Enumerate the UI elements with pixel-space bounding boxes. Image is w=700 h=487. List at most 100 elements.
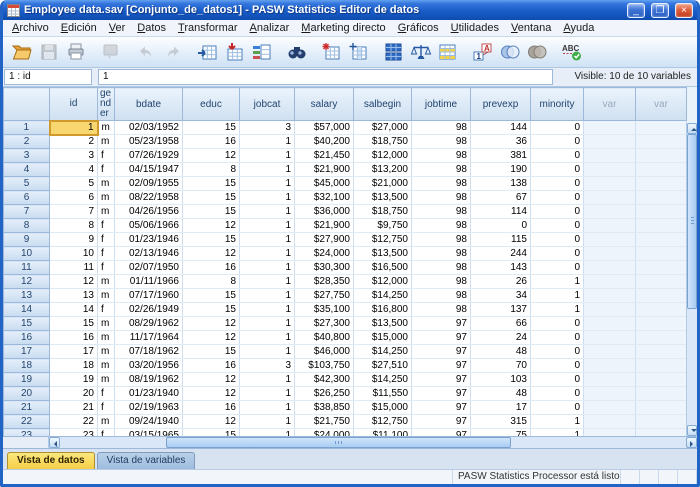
cell-var[interactable]: [584, 191, 636, 205]
save-icon[interactable]: [35, 39, 62, 65]
cell-salbegin[interactable]: $14,250: [354, 289, 412, 303]
row-header[interactable]: 4: [4, 163, 50, 177]
cell-var[interactable]: [636, 359, 687, 373]
cell-var[interactable]: [584, 317, 636, 331]
cell-gender[interactable]: f: [98, 247, 115, 261]
cell-educ[interactable]: 12: [183, 247, 240, 261]
row-header[interactable]: 19: [4, 373, 50, 387]
cell-id[interactable]: 16: [50, 331, 98, 345]
column-header-var[interactable]: var: [636, 88, 687, 121]
scroll-right-arrow-icon[interactable]: [686, 437, 697, 448]
cell-minority[interactable]: 0: [531, 177, 584, 191]
cell-salbegin[interactable]: $13,200: [354, 163, 412, 177]
cell-minority[interactable]: 0: [531, 331, 584, 345]
cell-minority[interactable]: 0: [531, 121, 584, 135]
cell-var[interactable]: [584, 387, 636, 401]
cell-jobcat[interactable]: 1: [240, 233, 295, 247]
cell-educ[interactable]: 12: [183, 331, 240, 345]
cell-jobcat[interactable]: 1: [240, 163, 295, 177]
cell-var[interactable]: [636, 289, 687, 303]
cell-salbegin[interactable]: $21,000: [354, 177, 412, 191]
cell-educ[interactable]: 15: [183, 191, 240, 205]
cell-gender[interactable]: m: [98, 317, 115, 331]
cell-jobtime[interactable]: 97: [412, 345, 471, 359]
cell-salary[interactable]: $27,900: [295, 233, 354, 247]
row-header[interactable]: 14: [4, 303, 50, 317]
row-header[interactable]: 13: [4, 289, 50, 303]
cell-jobcat[interactable]: 1: [240, 401, 295, 415]
cell-var[interactable]: [636, 261, 687, 275]
cell-prevexp[interactable]: 244: [471, 247, 531, 261]
cell-var[interactable]: [584, 121, 636, 135]
cell-jobtime[interactable]: 98: [412, 177, 471, 191]
cell-educ[interactable]: 16: [183, 135, 240, 149]
cell-var[interactable]: [584, 247, 636, 261]
cell-salary[interactable]: $26,250: [295, 387, 354, 401]
cell-prevexp[interactable]: 315: [471, 415, 531, 429]
row-header[interactable]: 21: [4, 401, 50, 415]
cell-var[interactable]: [584, 401, 636, 415]
cell-jobtime[interactable]: 97: [412, 415, 471, 429]
cell-gender[interactable]: m: [98, 359, 115, 373]
cell-jobtime[interactable]: 97: [412, 317, 471, 331]
cell-gender[interactable]: f: [98, 401, 115, 415]
cell-reference-box[interactable]: 1 : id: [4, 69, 92, 85]
cell-var[interactable]: [636, 303, 687, 317]
cell-var[interactable]: [636, 191, 687, 205]
cell-jobcat[interactable]: 1: [240, 303, 295, 317]
cell-bdate[interactable]: 03/20/1956: [115, 359, 183, 373]
cell-jobtime[interactable]: 98: [412, 191, 471, 205]
row-header[interactable]: 18: [4, 359, 50, 373]
cell-gender[interactable]: m: [98, 289, 115, 303]
cell-salary[interactable]: $42,300: [295, 373, 354, 387]
menu-item-transformar[interactable]: Transformar: [172, 21, 244, 35]
menu-item-edici-n[interactable]: Edición: [55, 21, 103, 35]
horizontal-scroll-thumb[interactable]: [166, 437, 510, 448]
cell-var[interactable]: [584, 233, 636, 247]
corner-cell[interactable]: [4, 88, 50, 121]
menu-item-ayuda[interactable]: Ayuda: [557, 21, 600, 35]
horizontal-scrollbar[interactable]: [3, 436, 697, 448]
column-header-salbegin[interactable]: salbegin: [354, 88, 412, 121]
cell-prevexp[interactable]: 114: [471, 205, 531, 219]
cell-bdate[interactable]: 02/03/1952: [115, 121, 183, 135]
cell-bdate[interactable]: 07/26/1929: [115, 149, 183, 163]
cell-prevexp[interactable]: 66: [471, 317, 531, 331]
cell-jobtime[interactable]: 98: [412, 121, 471, 135]
cell-id[interactable]: 19: [50, 373, 98, 387]
cell-var[interactable]: [636, 121, 687, 135]
cell-id[interactable]: 5: [50, 177, 98, 191]
cell-jobcat[interactable]: 3: [240, 121, 295, 135]
tab-vista-de-datos[interactable]: Vista de datos: [7, 452, 95, 469]
cell-var[interactable]: [584, 219, 636, 233]
cell-minority[interactable]: 0: [531, 247, 584, 261]
insert-cases-icon[interactable]: [318, 39, 345, 65]
cell-gender[interactable]: m: [98, 345, 115, 359]
cell-id[interactable]: 4: [50, 163, 98, 177]
cell-salary[interactable]: $27,300: [295, 317, 354, 331]
cell-gender[interactable]: f: [98, 149, 115, 163]
cell-var[interactable]: [636, 219, 687, 233]
cell-gender[interactable]: m: [98, 415, 115, 429]
cell-id[interactable]: 15: [50, 317, 98, 331]
menu-item-datos[interactable]: Datos: [131, 21, 172, 35]
cell-var[interactable]: [636, 415, 687, 429]
value-labels-icon[interactable]: 1A: [469, 39, 496, 65]
cell-jobcat[interactable]: 1: [240, 261, 295, 275]
row-header[interactable]: 12: [4, 275, 50, 289]
cell-prevexp[interactable]: 34: [471, 289, 531, 303]
row-header[interactable]: 7: [4, 205, 50, 219]
cell-var[interactable]: [636, 345, 687, 359]
cell-var[interactable]: [636, 275, 687, 289]
undo-icon[interactable]: [132, 39, 159, 65]
select-cases-icon[interactable]: [434, 39, 461, 65]
cell-minority[interactable]: 0: [531, 163, 584, 177]
cell-jobcat[interactable]: 1: [240, 247, 295, 261]
cell-bdate[interactable]: 02/13/1946: [115, 247, 183, 261]
cell-salary[interactable]: $40,800: [295, 331, 354, 345]
cell-salbegin[interactable]: $18,750: [354, 205, 412, 219]
cell-bdate[interactable]: 07/18/1962: [115, 345, 183, 359]
scroll-down-arrow-icon[interactable]: [687, 425, 697, 436]
goto-variable-icon[interactable]: [221, 39, 248, 65]
cell-salbegin[interactable]: $13,500: [354, 317, 412, 331]
